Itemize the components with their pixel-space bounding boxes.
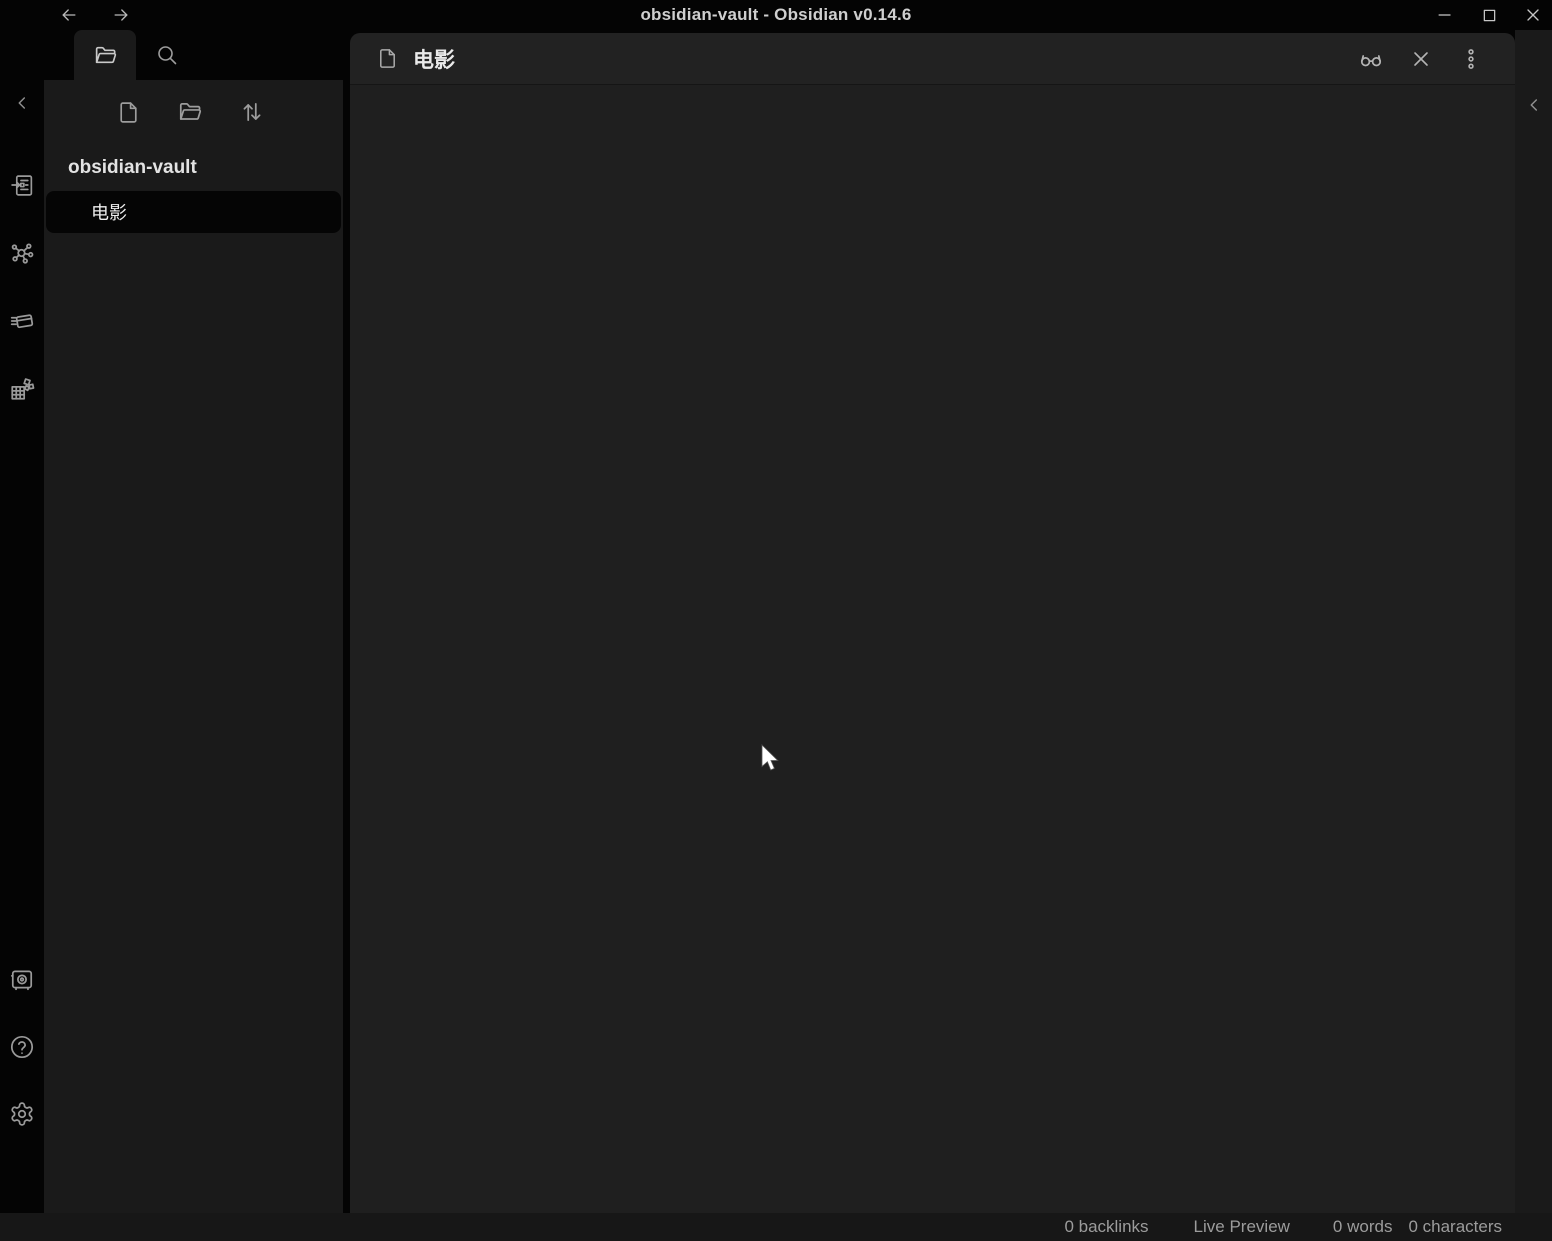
file-tree: obsidian-vault 电影 [44,144,343,233]
window-controls [1430,0,1548,30]
chevron-left-icon [11,92,33,114]
history-nav [56,0,134,30]
history-forward-button[interactable] [108,2,134,28]
reading-view-toggle-button[interactable] [1353,41,1389,77]
note-title: 电影 [413,44,455,74]
note-file-icon [376,47,399,70]
gear-icon [9,1101,35,1127]
tab-file-explorer[interactable] [74,30,136,80]
ribbon-bottom-group [5,963,39,1131]
settings-button[interactable] [5,1097,39,1131]
minimize-icon [1435,5,1455,25]
history-back-button[interactable] [56,2,82,28]
command-palette-button[interactable] [5,304,39,338]
random-note-button[interactable] [5,372,39,406]
vault-icon [9,967,35,993]
more-options-icon [1459,47,1483,71]
close-pane-button[interactable] [1403,41,1439,77]
collapse-left-sidebar-button[interactable] [5,86,39,120]
help-button[interactable] [5,1030,39,1064]
expand-right-sidebar-button[interactable] [1517,88,1551,122]
maximize-button[interactable] [1474,1,1504,29]
new-note-icon [116,100,141,125]
titlebar: obsidian-vault - Obsidian v0.14.6 [0,0,1552,30]
close-icon [1523,5,1543,25]
quick-switcher-button[interactable] [5,168,39,202]
help-icon [9,1034,35,1060]
workspace: 电影 [343,30,1515,1213]
arrow-left-icon [59,5,79,25]
backlinks-count[interactable]: 0 backlinks [1064,1217,1148,1237]
sort-icon [239,99,265,125]
file-explorer-panel: obsidian-vault 电影 [44,80,343,1213]
character-count: 0 characters [1408,1217,1502,1237]
graph-view-icon [9,240,35,266]
minimize-button[interactable] [1430,1,1460,29]
editor-header-actions [1353,41,1489,77]
open-another-vault-button[interactable] [5,963,39,997]
more-options-button[interactable] [1453,41,1489,77]
status-bar: 0 backlinks Live Preview 0 words 0 chara… [0,1213,1552,1241]
window-title: obsidian-vault - Obsidian v0.14.6 [640,5,911,25]
tab-search[interactable] [136,30,198,80]
vault-name[interactable]: obsidian-vault [44,152,343,184]
file-item[interactable]: 电影 [46,191,341,233]
random-note-icon [9,376,35,402]
folder-icon [93,43,118,68]
file-item-label: 电影 [91,199,127,225]
chevron-left-icon [1523,94,1545,116]
quick-switcher-icon [10,173,35,198]
search-icon [155,43,179,67]
left-sidebar: obsidian-vault 电影 [44,30,343,1213]
sidebar-tabs [44,30,343,80]
close-window-button[interactable] [1518,1,1548,29]
explorer-toolbar [44,80,343,144]
sort-order-button[interactable] [234,94,270,130]
arrow-right-icon [111,5,131,25]
new-note-button[interactable] [110,94,146,130]
graph-view-button[interactable] [5,236,39,270]
app-body: obsidian-vault 电影 电影 [0,30,1552,1213]
close-icon [1409,47,1433,71]
left-ribbon [0,30,44,1213]
right-sidebar-strip [1515,30,1552,1213]
glasses-icon [1358,46,1384,72]
ribbon-top-group [5,168,39,406]
maximize-icon [1480,6,1499,25]
view-mode-indicator[interactable]: Live Preview [1194,1217,1290,1237]
command-palette-icon [9,308,35,334]
new-folder-icon [177,99,203,125]
editor-content[interactable] [350,85,1515,1213]
word-count: 0 words [1333,1217,1393,1237]
editor-pane: 电影 [350,33,1515,1213]
new-folder-button[interactable] [172,94,208,130]
editor-header: 电影 [350,33,1515,85]
